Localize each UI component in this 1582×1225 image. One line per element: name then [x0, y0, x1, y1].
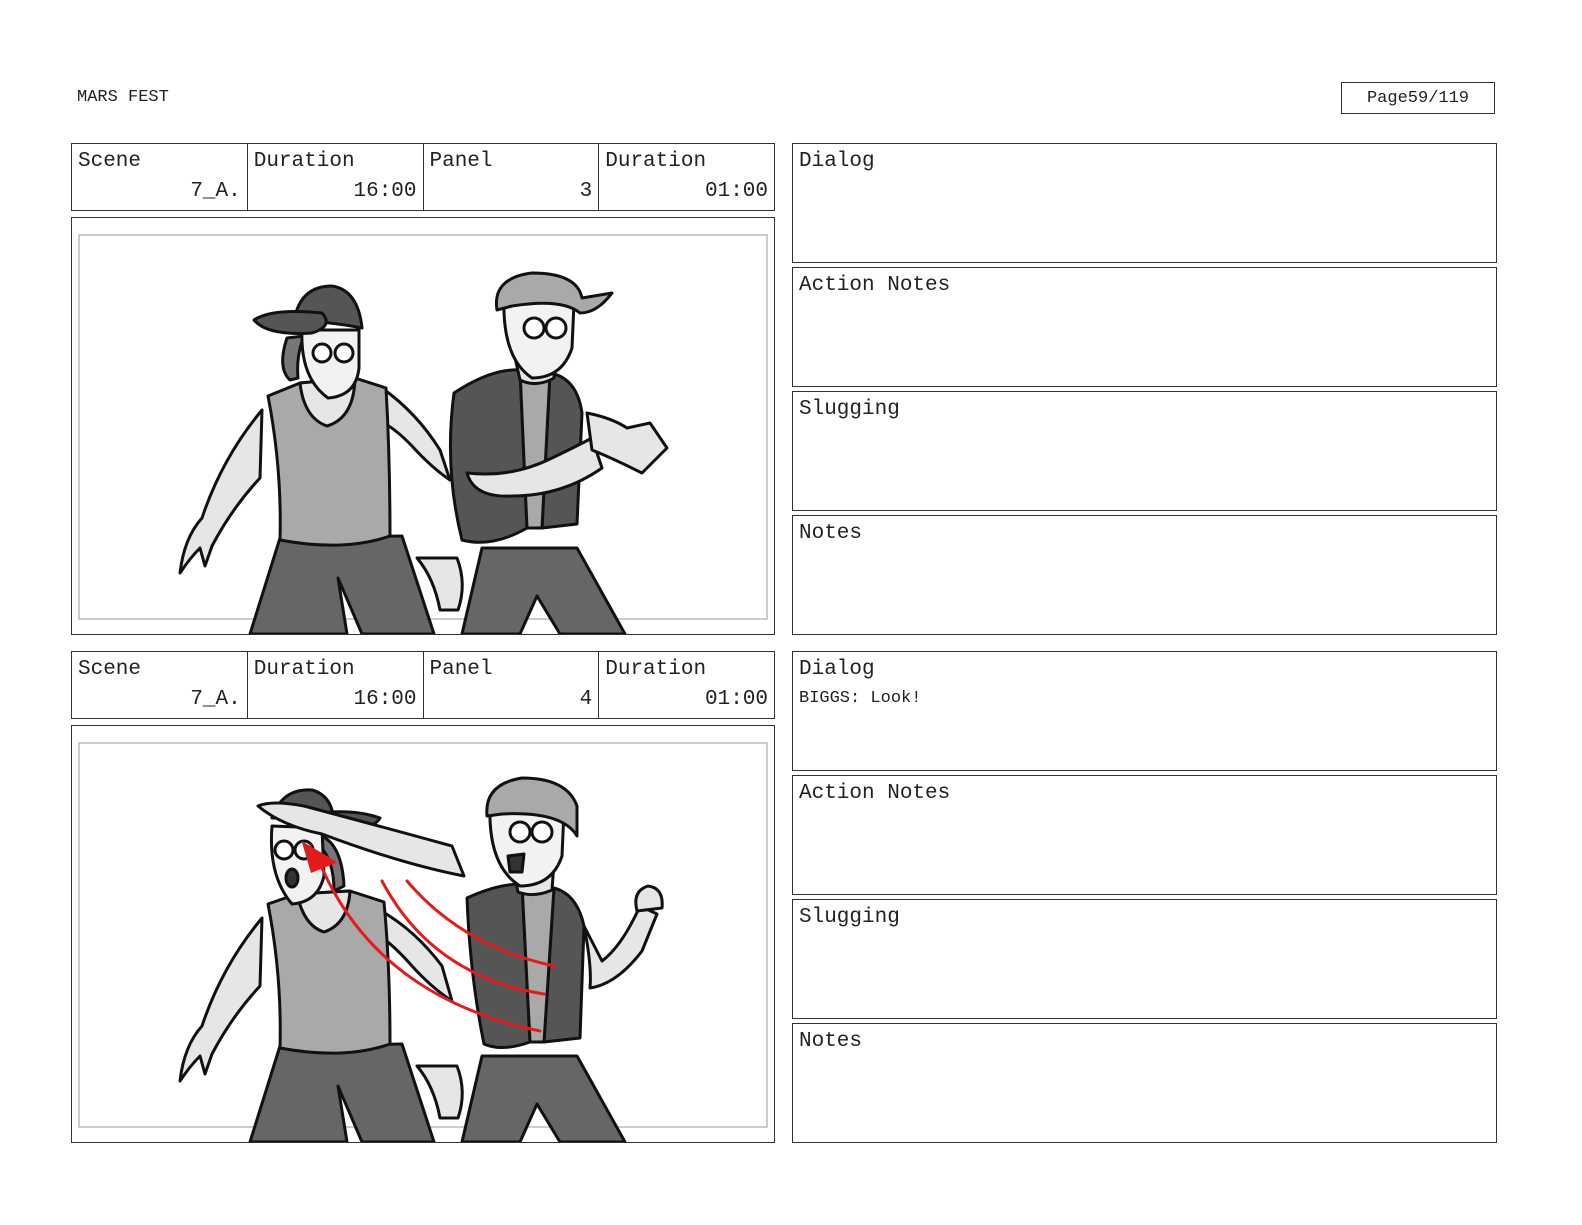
scene-duration-value: 16:00 [353, 180, 417, 203]
panel-cell: Panel 3 [424, 144, 600, 210]
fist [634, 884, 664, 913]
cap-brim [252, 310, 328, 335]
page-indicator: Page 59/119 [1341, 82, 1495, 114]
dialog-label: Dialog [799, 150, 875, 173]
pants [248, 534, 436, 634]
panel-drawing [78, 234, 768, 634]
panel-info-row: Scene 7_A. Duration 16:00 Panel 3 Durati… [71, 143, 775, 211]
eye [311, 342, 333, 364]
open-mouth [284, 867, 300, 889]
dialog-label: Dialog [799, 658, 875, 681]
scene-cell: Scene 7_A. [72, 652, 248, 718]
scene-duration-cell: Duration 16:00 [248, 652, 424, 718]
vest [448, 368, 529, 544]
eye [273, 839, 295, 861]
dialog-box[interactable]: Dialog BIGGS: Look! [792, 651, 1497, 771]
notes-label: Notes [799, 1030, 863, 1053]
arm [178, 408, 264, 575]
character-vest [415, 271, 669, 634]
pants [460, 1054, 627, 1142]
dialog-text: BIGGS: Look! [799, 689, 922, 708]
arm [178, 916, 264, 1083]
scene-duration-cell: Duration 16:00 [248, 144, 424, 210]
pants [460, 546, 627, 634]
scene-value: 7_A. [190, 688, 241, 711]
scene-cell: Scene 7_A. [72, 144, 248, 210]
panel-duration-value: 01:00 [704, 688, 768, 711]
vest [465, 882, 532, 1049]
scene-duration-value: 16:00 [353, 688, 417, 711]
scene-label: Scene [78, 150, 142, 173]
panel-label: Panel [429, 658, 493, 681]
duration-label: Duration [253, 658, 355, 681]
eye [333, 342, 355, 364]
character-cap [178, 284, 452, 634]
storyboard-panel-1: Scene 7_A. Duration 16:00 Panel 3 Durati… [71, 143, 1497, 636]
project-title: MARS FEST [77, 88, 169, 107]
action-notes-label: Action Notes [799, 274, 951, 297]
panel-drawing [78, 742, 768, 1142]
panel-label: Panel [429, 150, 493, 173]
panel-value: 4 [579, 688, 593, 711]
panel-duration-value: 01:00 [704, 180, 768, 203]
panel-value: 3 [579, 180, 593, 203]
pants [248, 1042, 436, 1142]
duration-label: Duration [605, 150, 707, 173]
eye [522, 316, 546, 340]
panel-cell: Panel 4 [424, 652, 600, 718]
notes-box[interactable]: Notes [792, 1023, 1497, 1143]
slugging-label: Slugging [799, 398, 900, 421]
duration-label: Duration [605, 658, 707, 681]
storyboard-panel-2: Scene 7_A. Duration 16:00 Panel 4 Durati… [71, 651, 1497, 1144]
slugging-box[interactable]: Slugging [792, 391, 1497, 511]
eye [544, 316, 568, 340]
eye [508, 820, 532, 844]
action-notes-label: Action Notes [799, 782, 951, 805]
dialog-box[interactable]: Dialog [792, 143, 1497, 263]
mouth [506, 852, 526, 874]
action-notes-box[interactable]: Action Notes [792, 775, 1497, 895]
duration-label: Duration [253, 150, 355, 173]
panel-image-frame[interactable] [71, 725, 775, 1143]
page-label: Page [1366, 88, 1408, 108]
notes-label: Notes [799, 522, 863, 545]
action-notes-box[interactable]: Action Notes [792, 267, 1497, 387]
slugging-label: Slugging [799, 906, 900, 929]
scene-value: 7_A. [190, 180, 241, 203]
slugging-box[interactable]: Slugging [792, 899, 1497, 1019]
raised-arm [582, 904, 659, 990]
scene-label: Scene [78, 658, 142, 681]
panel-duration-cell: Duration 01:00 [599, 144, 774, 210]
notes-box[interactable]: Notes [792, 515, 1497, 635]
page-number: 59/119 [1407, 88, 1470, 108]
panel-image-frame[interactable] [71, 217, 775, 635]
eye [530, 820, 554, 844]
panel-duration-cell: Duration 01:00 [599, 652, 774, 718]
panel-info-row: Scene 7_A. Duration 16:00 Panel 4 Durati… [71, 651, 775, 719]
